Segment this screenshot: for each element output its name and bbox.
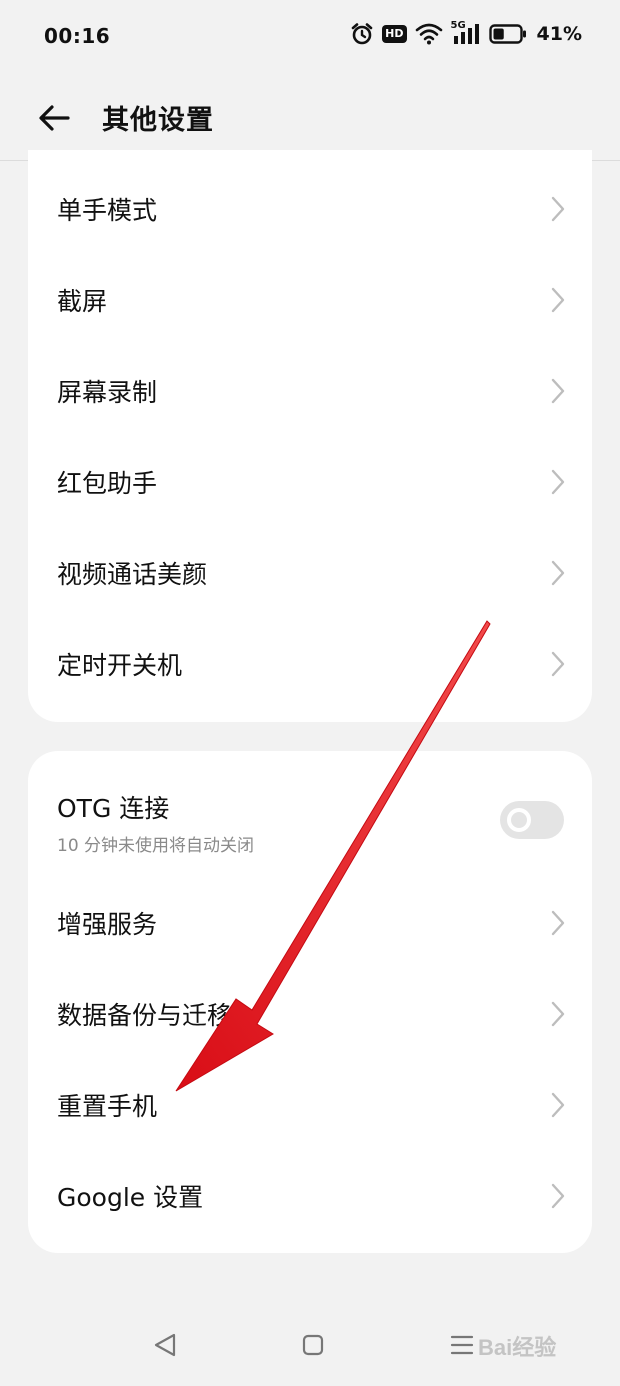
settings-item-video-call-beauty[interactable]: 视频通话美颜 xyxy=(28,527,592,618)
settings-item-screenshot[interactable]: 截屏 xyxy=(28,254,592,345)
settings-group-2: OTG 连接 10 分钟未使用将自动关闭 增强服务 数据备份与迁移 重置手机 G… xyxy=(28,751,592,1253)
settings-item-label: 屏幕录制 xyxy=(57,377,158,407)
settings-item-otg: OTG 连接 10 分钟未使用将自动关闭 xyxy=(28,751,592,879)
status-icons: HD 5G 41% xyxy=(350,20,582,46)
settings-item-scheduled-power[interactable]: 定时开关机 xyxy=(28,618,592,709)
settings-item-one-hand-mode[interactable]: 单手模式 xyxy=(28,163,592,254)
settings-item-label: 数据备份与迁移 xyxy=(57,1000,233,1030)
alarm-icon xyxy=(351,23,373,45)
status-bar: 00:16 HD 5G 41% xyxy=(0,0,620,76)
app-header: 其他设置 xyxy=(0,76,620,160)
settings-item-backup-migration[interactable]: 数据备份与迁移 xyxy=(28,968,592,1059)
settings-item-label: 单手模式 xyxy=(57,195,158,225)
signal-5g-icon: 5G xyxy=(451,20,481,46)
settings-item-label: Google 设置 xyxy=(57,1182,204,1212)
settings-item-screen-recording[interactable]: 屏幕录制 xyxy=(28,345,592,436)
chevron-right-icon xyxy=(551,560,565,585)
settings-item-label: 增强服务 xyxy=(57,909,158,939)
wifi-icon xyxy=(415,23,442,45)
settings-group-1: 单手模式 截屏 屏幕录制 红包助手 视频通话美颜 定时开关机 xyxy=(28,150,592,722)
otg-title: OTG 连接 xyxy=(57,794,170,823)
settings-item-label: 重置手机 xyxy=(57,1091,158,1121)
settings-item-google-settings[interactable]: Google 设置 xyxy=(28,1150,592,1241)
battery-icon xyxy=(488,24,526,44)
otg-toggle[interactable] xyxy=(500,801,564,839)
settings-item-label: 红包助手 xyxy=(57,468,158,498)
chevron-right-icon xyxy=(551,651,565,676)
chevron-right-icon xyxy=(551,910,565,935)
status-time: 00:16 xyxy=(44,24,111,48)
page-title: 其他设置 xyxy=(102,105,214,136)
settings-item-red-packet-assistant[interactable]: 红包助手 xyxy=(28,436,592,527)
battery-percent: 41% xyxy=(536,23,582,45)
nav-home-icon[interactable] xyxy=(302,1334,324,1356)
settings-item-enhanced-services[interactable]: 增强服务 xyxy=(28,877,592,968)
settings-item-label: 截屏 xyxy=(57,286,108,316)
nav-menu-icon[interactable] xyxy=(450,1334,474,1356)
watermark: Bai经验 xyxy=(478,1335,557,1360)
chevron-right-icon xyxy=(551,469,565,494)
settings-item-label: 视频通话美颜 xyxy=(57,559,208,589)
nav-back-icon[interactable] xyxy=(152,1332,178,1358)
chevron-right-icon xyxy=(551,287,565,312)
chevron-right-icon xyxy=(551,1183,565,1208)
settings-item-reset-phone[interactable]: 重置手机 xyxy=(28,1059,592,1150)
chevron-right-icon xyxy=(551,1001,565,1026)
settings-item-label: 定时开关机 xyxy=(57,650,183,680)
hd-icon: HD xyxy=(382,25,407,43)
otg-subtitle: 10 分钟未使用将自动关闭 xyxy=(57,836,255,856)
chevron-right-icon xyxy=(551,196,565,221)
chevron-right-icon xyxy=(551,378,565,403)
chevron-right-icon xyxy=(551,1092,565,1117)
back-arrow-icon[interactable] xyxy=(36,100,72,136)
